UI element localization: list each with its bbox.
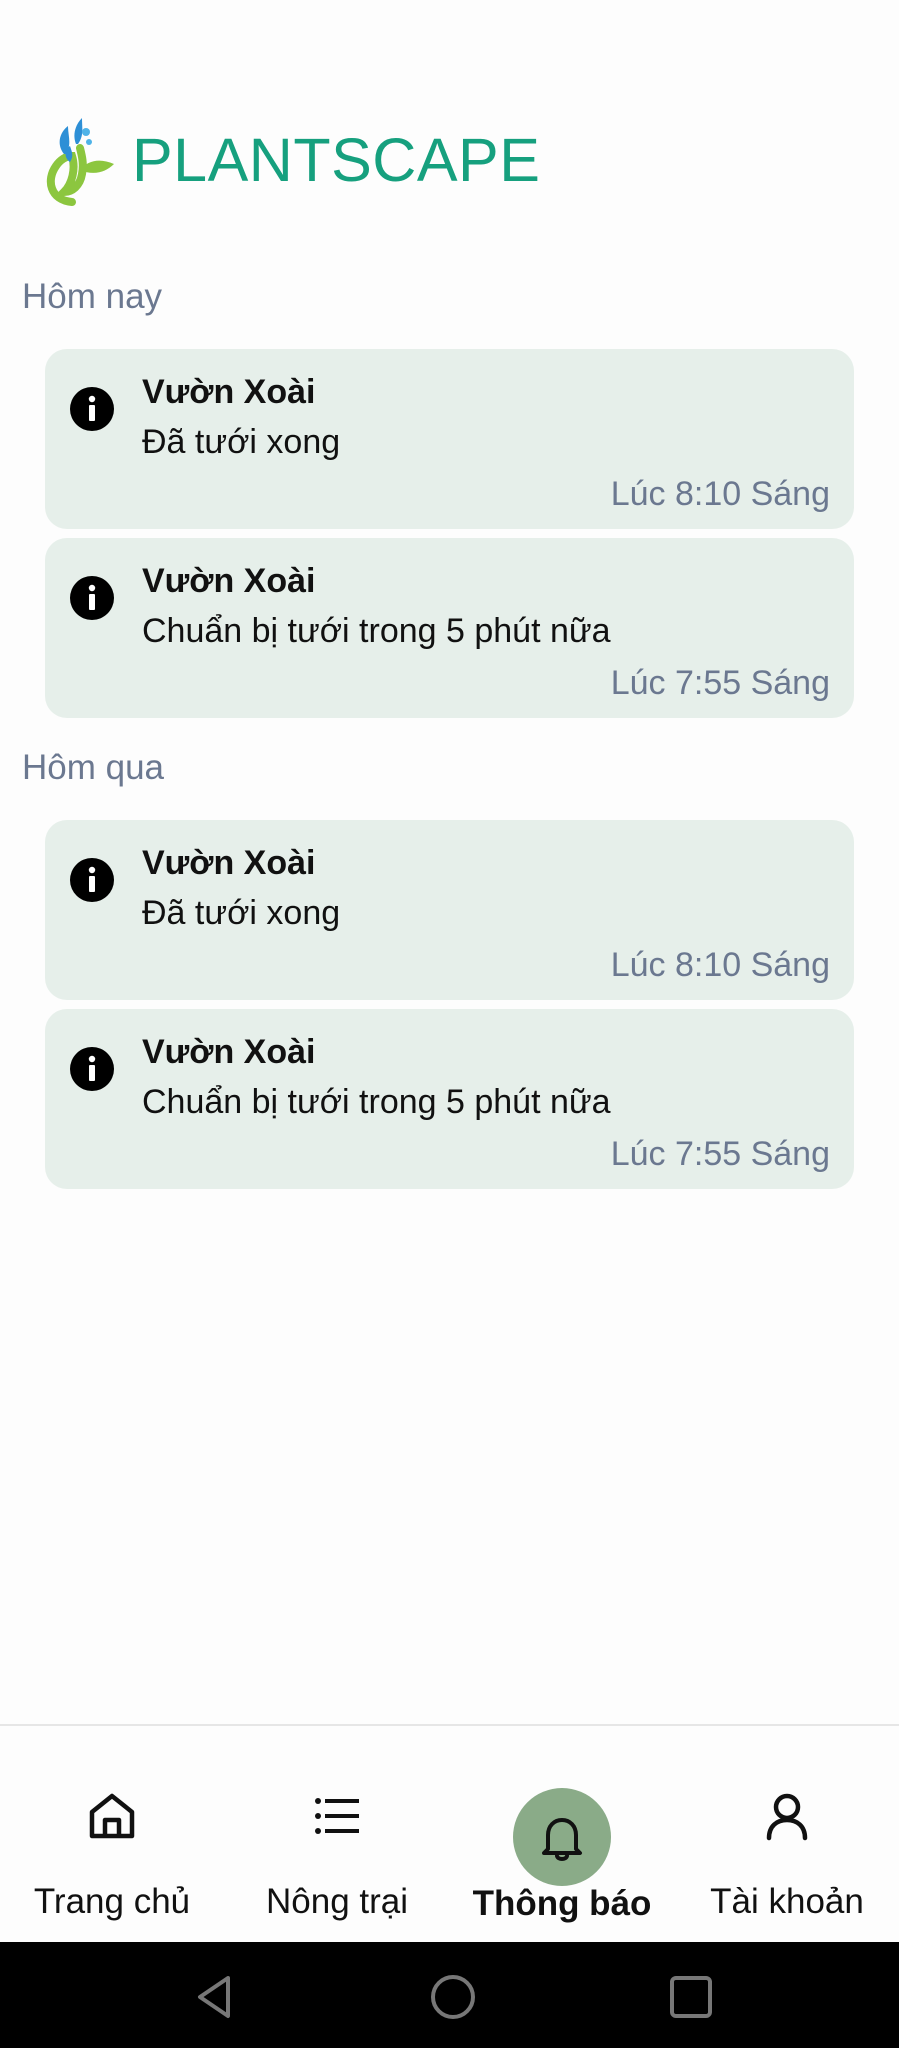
info-icon xyxy=(70,576,114,620)
notification-title: Vườn Xoài xyxy=(142,562,316,600)
notification-card[interactable]: Vườn Xoài Đã tưới xong Lúc 8:10 Sáng xyxy=(45,349,854,529)
notification-time: Lúc 7:55 Sáng xyxy=(610,664,830,702)
notification-time: Lúc 7:55 Sáng xyxy=(610,1135,830,1173)
home-icon xyxy=(89,1793,135,1839)
plant-logo-icon xyxy=(46,118,114,206)
nav-item-farm[interactable]: Nông trại xyxy=(225,1726,449,1944)
app-logo: PLANTSCAPE xyxy=(42,110,540,210)
system-navigation-bar xyxy=(0,1942,899,2048)
nav-label-account: Tài khoản xyxy=(710,1882,864,1921)
notification-time: Lúc 8:10 Sáng xyxy=(610,946,830,984)
notification-message: Đã tưới xong xyxy=(142,423,341,461)
notification-title: Vườn Xoài xyxy=(142,844,316,882)
notification-time: Lúc 8:10 Sáng xyxy=(610,475,830,513)
notification-message: Đã tưới xong xyxy=(142,894,341,932)
nav-item-home[interactable]: Trang chủ xyxy=(0,1726,224,1944)
info-icon xyxy=(70,387,114,431)
notification-title: Vườn Xoài xyxy=(142,1033,316,1071)
bell-icon xyxy=(542,1818,582,1861)
notification-card[interactable]: Vườn Xoài Đã tưới xong Lúc 8:10 Sáng xyxy=(45,820,854,1000)
nav-item-account[interactable]: Tài khoản xyxy=(675,1726,899,1944)
logo-text: PLANTSCAPE xyxy=(132,126,541,194)
nav-label-farm: Nông trại xyxy=(265,1882,409,1921)
notification-title: Vườn Xoài xyxy=(142,373,316,411)
section-label-today: Hôm nay xyxy=(22,277,163,316)
info-icon xyxy=(70,858,114,902)
info-icon xyxy=(70,1047,114,1091)
recents-icon[interactable] xyxy=(666,1972,716,2022)
notification-message: Chuẩn bị tưới trong 5 phút nữa xyxy=(142,1083,611,1121)
notification-message: Chuẩn bị tưới trong 5 phút nữa xyxy=(142,612,611,650)
home-circle-icon[interactable] xyxy=(428,1972,478,2022)
nav-label-home: Trang chủ xyxy=(33,1882,191,1921)
bottom-navigation: Trang chủ Nông trại Thông báo Tài khoản xyxy=(0,1724,899,1944)
list-icon xyxy=(315,1798,359,1834)
section-label-yesterday: Hôm qua xyxy=(22,748,165,787)
nav-item-notifications[interactable]: Thông báo xyxy=(450,1726,674,1944)
back-icon[interactable] xyxy=(190,1972,240,2022)
active-indicator xyxy=(513,1788,611,1886)
nav-label-notifications: Thông báo xyxy=(472,1884,652,1923)
notification-card[interactable]: Vườn Xoài Chuẩn bị tưới trong 5 phút nữa… xyxy=(45,538,854,718)
notification-card[interactable]: Vườn Xoài Chuẩn bị tưới trong 5 phút nữa… xyxy=(45,1009,854,1189)
user-icon xyxy=(766,1793,808,1841)
